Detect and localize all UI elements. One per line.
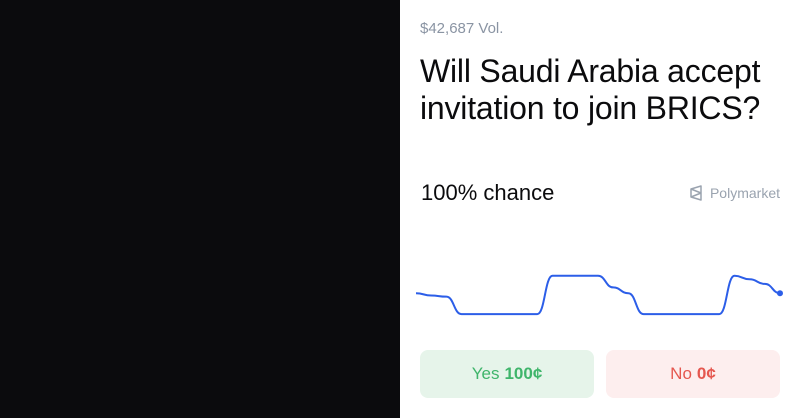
no-label: No [670,364,692,383]
chance-label: 100% chance [421,180,555,205]
price-chart [415,274,783,316]
brand-name: Polymarket [709,185,780,201]
buy-no-button[interactable]: No 0¢ [606,350,780,398]
market-title[interactable]: Will Saudi Arabia accept invitation to j… [420,53,790,127]
price-line [415,274,781,316]
buy-yes-button[interactable]: Yes 100¢ [420,350,594,398]
yes-label: Yes [471,364,500,383]
current-price-dot [777,290,783,297]
media-panel [0,0,400,418]
market-card[interactable]: $42,687 Vol. Will Saudi Arabia accept in… [400,0,800,418]
yes-price: 100¢ [504,364,543,383]
polymarket-icon [688,185,704,201]
no-price: 0¢ [696,364,716,383]
brand-logo[interactable]: Polymarket [688,185,780,201]
volume-label: $42,687 Vol. [420,20,504,37]
